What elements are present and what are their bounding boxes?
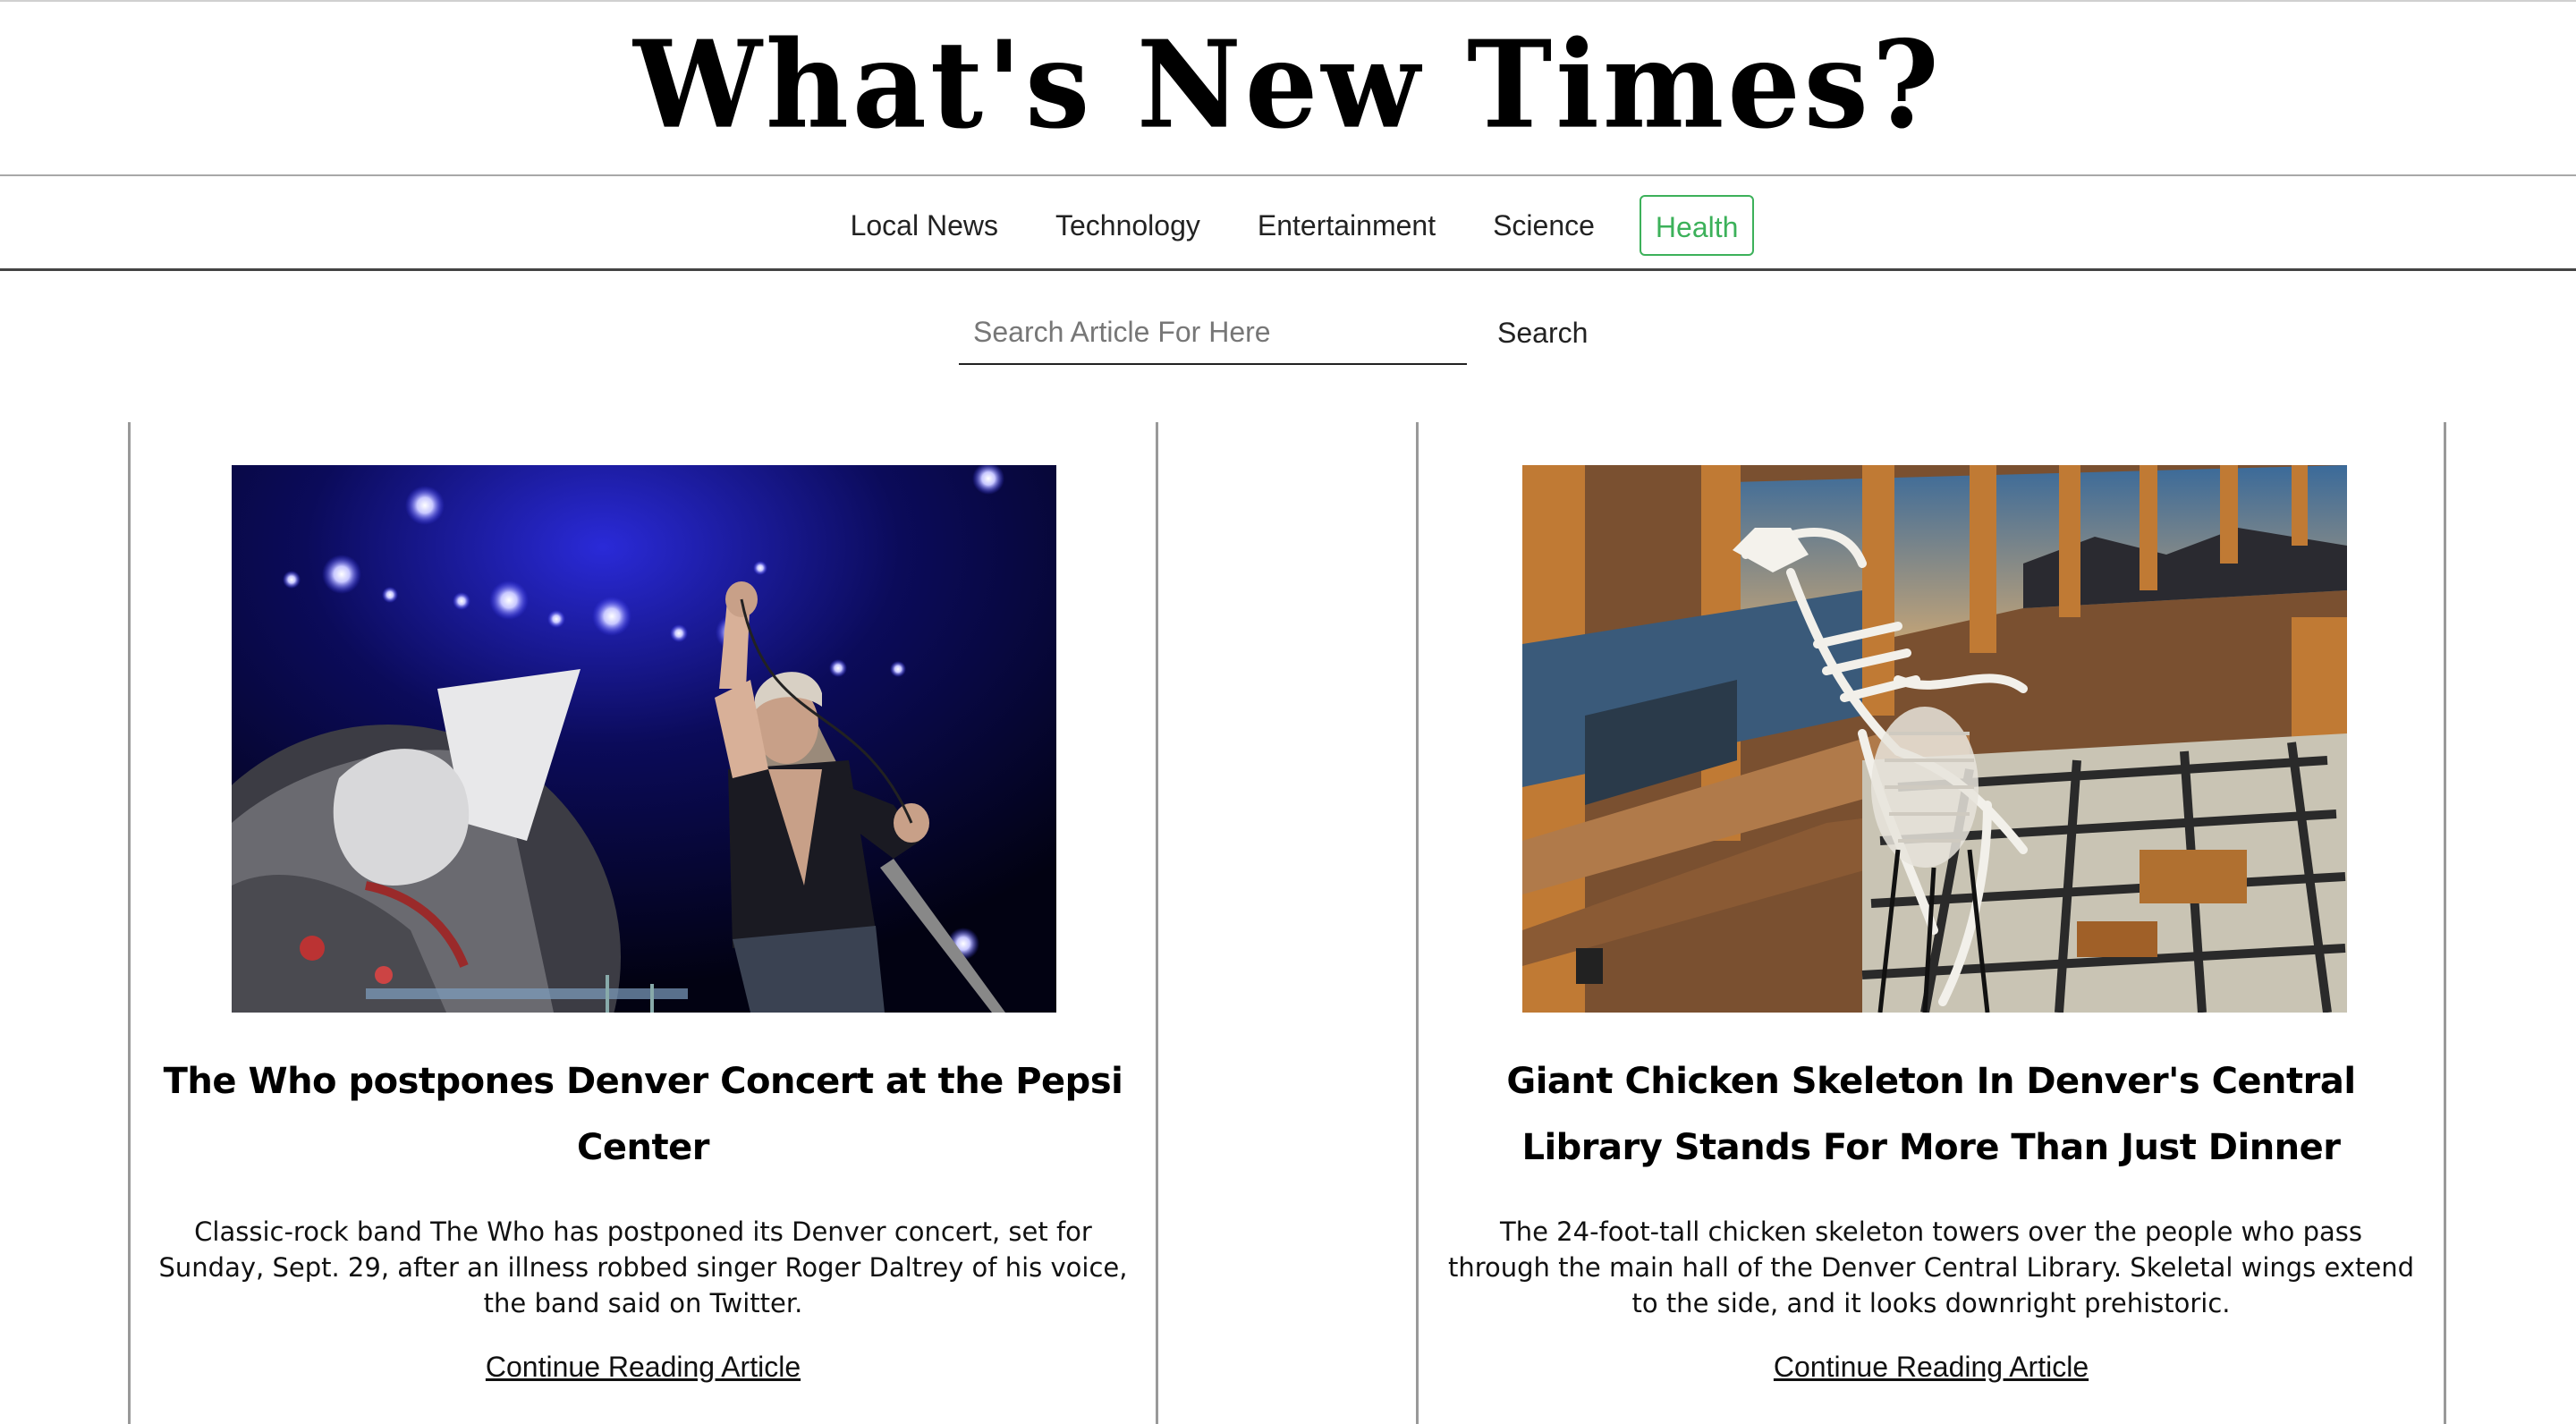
continue-reading-link[interactable]: Continue Reading Article: [486, 1351, 801, 1383]
article-image-library[interactable]: [1522, 465, 2347, 1013]
article-link-wrap: Continue Reading Article: [1419, 1351, 2444, 1384]
concert-photo: [232, 465, 1056, 1013]
article-card: The Who postpones Denver Concert at the …: [128, 422, 1158, 1424]
article-title[interactable]: Giant Chicken Skeleton In Denver's Centr…: [1445, 1048, 2417, 1181]
continue-reading-link[interactable]: Continue Reading Article: [1774, 1351, 2089, 1383]
site-title[interactable]: What's New Times?: [0, 0, 2576, 156]
nav-item-science[interactable]: Science: [1464, 195, 1623, 256]
search-input[interactable]: [959, 301, 1467, 365]
nav-item-technology[interactable]: Technology: [1027, 195, 1229, 256]
library-photo: [1522, 465, 2347, 1013]
category-nav: Local News Technology Entertainment Scie…: [0, 176, 2576, 271]
article-summary: Classic-rock band The Who has postponed …: [158, 1216, 1128, 1318]
nav-item-health[interactable]: Health: [1639, 195, 1755, 256]
article-card: Giant Chicken Skeleton In Denver's Centr…: [1416, 422, 2446, 1424]
article-title[interactable]: The Who postpones Denver Concert at the …: [157, 1048, 1129, 1181]
article-image-concert[interactable]: [232, 465, 1056, 1013]
search-bar: Search: [0, 301, 2576, 367]
search-button[interactable]: Search: [1485, 301, 1600, 365]
article-link-wrap: Continue Reading Article: [131, 1351, 1156, 1384]
masthead: What's New Times?: [0, 0, 2576, 176]
nav-item-entertainment[interactable]: Entertainment: [1229, 195, 1464, 256]
nav-items: Local News Technology Entertainment Scie…: [0, 194, 2576, 257]
article-summary: The 24-foot-tall chicken skeleton towers…: [1447, 1216, 2415, 1318]
nav-item-local-news[interactable]: Local News: [822, 195, 1027, 256]
